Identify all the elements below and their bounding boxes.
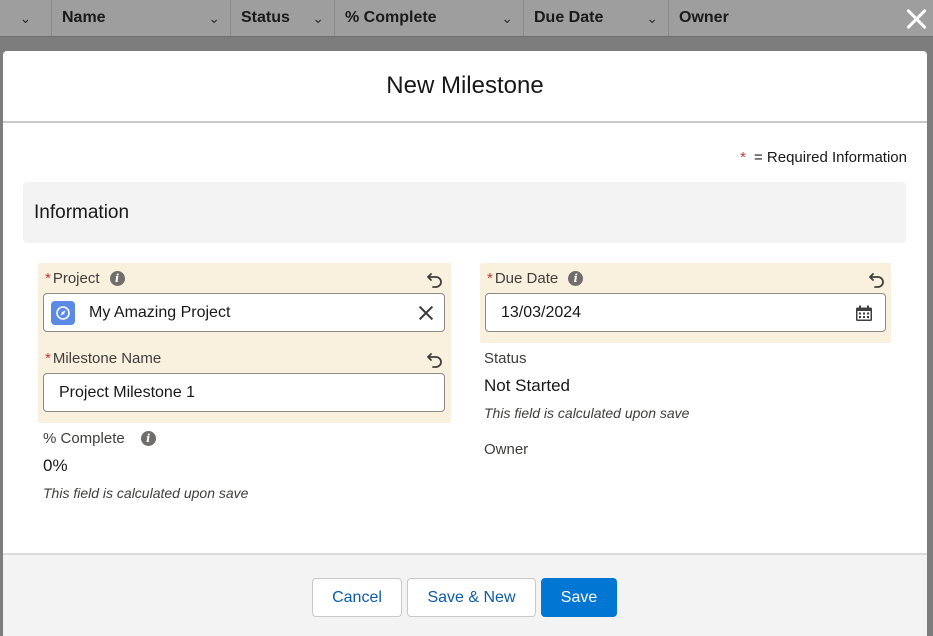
column-header-percent-complete[interactable]: % Complete ⌄ xyxy=(335,0,524,36)
required-info-note: * = Required Information xyxy=(740,149,907,166)
calendar-icon[interactable] xyxy=(855,305,873,322)
chevron-down-icon[interactable]: ⌄ xyxy=(312,10,324,27)
status-note: This field is calculated upon save xyxy=(484,405,690,421)
column-header-name[interactable]: Name ⌄ xyxy=(52,0,231,36)
info-icon[interactable]: i xyxy=(109,271,125,286)
info-icon[interactable]: i xyxy=(140,431,156,446)
column-header-status[interactable]: Status ⌄ xyxy=(231,0,335,36)
close-icon[interactable] xyxy=(903,6,929,32)
undo-icon[interactable] xyxy=(426,270,444,288)
column-header-owner[interactable]: Owner xyxy=(669,0,933,36)
modal-title: New Milestone xyxy=(386,72,544,99)
cancel-button[interactable]: Cancel xyxy=(312,578,402,617)
percent-complete-value: 0% xyxy=(43,456,68,475)
status-value: Not Started xyxy=(484,376,570,395)
column-header-due-date[interactable]: Due Date ⌄ xyxy=(524,0,669,36)
status-label: Status xyxy=(484,350,527,367)
section-title: Information xyxy=(34,201,130,223)
owner-label: Owner xyxy=(484,441,529,458)
save-and-new-button[interactable]: Save & New xyxy=(407,578,536,617)
modal-footer: Cancel Save & New Save xyxy=(3,553,927,636)
info-icon[interactable]: i xyxy=(568,271,584,286)
chevron-down-icon[interactable]: ⌄ xyxy=(208,10,220,27)
new-milestone-modal: New Milestone * = Required Information In… xyxy=(3,51,927,636)
milestone-name-input[interactable]: Project Milestone 1 xyxy=(43,373,445,412)
column-header-select[interactable]: ⌄ xyxy=(0,0,52,36)
chevron-down-icon[interactable]: ⌄ xyxy=(20,10,32,27)
project-label: * Project i xyxy=(45,270,125,287)
required-star: * xyxy=(487,270,493,287)
required-star: * xyxy=(45,270,51,287)
clear-icon[interactable] xyxy=(418,305,434,321)
project-value: My Amazing Project xyxy=(89,303,231,321)
due-date-label: * Due Date i xyxy=(487,270,584,287)
percent-complete-label: % Complete i xyxy=(43,430,156,447)
required-star: * xyxy=(45,350,51,367)
required-info-text: = Required Information xyxy=(753,149,907,166)
background-table-header: ⌄ Name ⌄ Status ⌄ % Complete ⌄ Due Date … xyxy=(0,0,933,36)
chevron-down-icon[interactable]: ⌄ xyxy=(501,10,513,27)
due-date-input[interactable]: 13/03/2024 xyxy=(485,293,886,332)
milestone-name-value: Project Milestone 1 xyxy=(59,383,196,401)
milestone-name-label: * Milestone Name xyxy=(45,350,162,367)
divider xyxy=(0,36,933,37)
required-star: * xyxy=(740,149,746,166)
due-date-value: 13/03/2024 xyxy=(501,303,582,321)
save-button[interactable]: Save xyxy=(541,578,617,617)
compass-icon xyxy=(51,300,75,325)
undo-icon[interactable] xyxy=(426,350,444,368)
undo-icon[interactable] xyxy=(868,270,886,288)
project-lookup-input[interactable]: My Amazing Project xyxy=(43,293,445,332)
section-header-information[interactable]: Information xyxy=(23,182,906,243)
percent-complete-note: This field is calculated upon save xyxy=(43,485,249,501)
chevron-down-icon[interactable]: ⌄ xyxy=(646,10,658,27)
modal-header: New Milestone xyxy=(3,51,927,123)
